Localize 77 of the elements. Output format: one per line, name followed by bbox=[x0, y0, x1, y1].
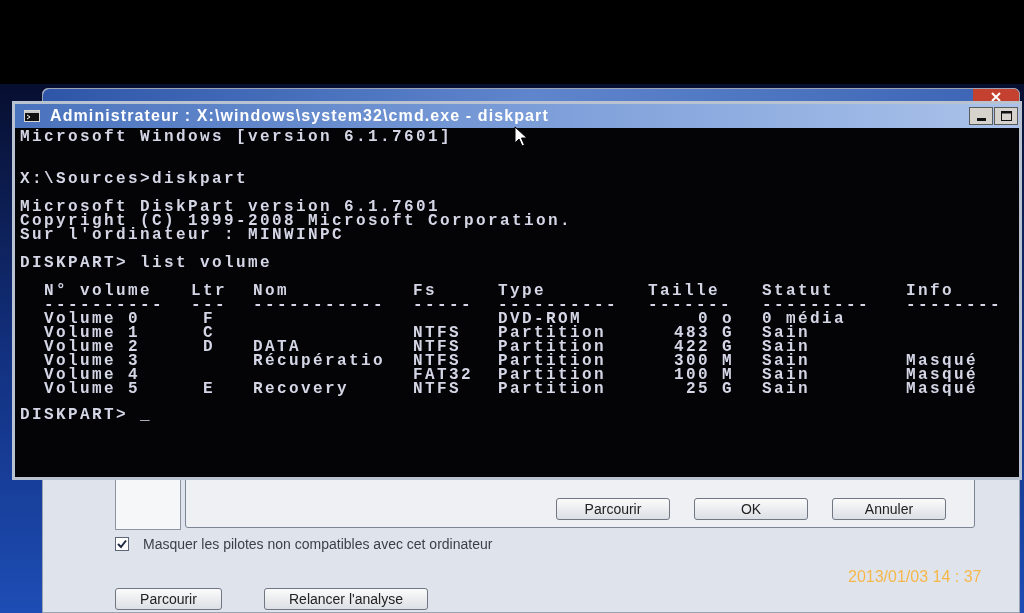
table-cell: Volume 4 bbox=[44, 368, 140, 382]
table-cell: Volume 1 bbox=[44, 326, 140, 340]
maximize-button[interactable] bbox=[994, 107, 1018, 125]
table-cell: NTFS bbox=[413, 340, 461, 354]
table-cell: 483 G bbox=[674, 326, 734, 340]
column-header: Statut bbox=[762, 284, 834, 298]
table-cell: Masqué bbox=[906, 382, 978, 396]
table-cell: F bbox=[203, 312, 215, 326]
column-header: Type bbox=[498, 284, 546, 298]
table-cell: DATA bbox=[253, 340, 301, 354]
table-cell: Partition bbox=[498, 368, 606, 382]
console-line: Sur l'ordinateur : MINWINPC bbox=[20, 228, 345, 242]
console-icon bbox=[24, 110, 40, 122]
table-cell: C bbox=[203, 326, 215, 340]
minimize-icon bbox=[976, 118, 986, 121]
header-underline: ----------- bbox=[253, 298, 386, 312]
table-cell: Partition bbox=[498, 382, 606, 396]
timestamp-text: 2013/01/03 14 : 37 bbox=[848, 568, 982, 586]
header-underline: --- bbox=[191, 298, 227, 312]
table-cell: Sain bbox=[762, 326, 810, 340]
table-cell: Sain bbox=[762, 382, 810, 396]
table-cell: NTFS bbox=[413, 326, 461, 340]
table-cell: 0 média bbox=[762, 312, 846, 326]
button[interactable]: Relancer l'analyse bbox=[264, 588, 428, 610]
table-cell: Sain bbox=[762, 368, 810, 382]
table-cell: Volume 0 bbox=[44, 312, 140, 326]
column-header: Ltr bbox=[191, 284, 227, 298]
table-cell: Partition bbox=[498, 340, 606, 354]
header-underline: ---------- bbox=[44, 298, 164, 312]
button[interactable]: OK bbox=[694, 498, 808, 520]
table-cell: NTFS bbox=[413, 382, 461, 396]
table-cell: Partition bbox=[498, 354, 606, 368]
table-cell: 300 M bbox=[674, 354, 734, 368]
console-line: Microsoft Windows [version 6.1.7601] bbox=[20, 130, 453, 144]
table-cell: Récupératio bbox=[253, 354, 386, 368]
table-cell: 100 M bbox=[674, 368, 734, 382]
minimize-button[interactable] bbox=[969, 107, 993, 125]
table-cell: 422 G bbox=[674, 340, 734, 354]
maximize-icon bbox=[1000, 111, 1012, 121]
checkbox[interactable] bbox=[115, 537, 129, 551]
column-header: Taille bbox=[648, 284, 720, 298]
console-line: Microsoft DiskPart version 6.1.7601 bbox=[20, 200, 441, 214]
console-line: DISKPART> list volume bbox=[20, 256, 273, 270]
table-cell: Masqué bbox=[906, 354, 978, 368]
column-header: Nom bbox=[253, 284, 289, 298]
table-cell: Recovery bbox=[253, 382, 349, 396]
button[interactable]: Parcourir bbox=[556, 498, 670, 520]
table-cell: Volume 3 bbox=[44, 354, 140, 368]
header-underline: ----- bbox=[413, 298, 473, 312]
table-cell: Volume 5 bbox=[44, 382, 140, 396]
table-cell: DVD-ROM bbox=[498, 312, 582, 326]
table-cell: E bbox=[203, 382, 215, 396]
header-underline: ---------- bbox=[498, 298, 618, 312]
window-title: Administrateur : X:\windows\system32\cmd.exe - diskpart bbox=[50, 106, 549, 126]
table-cell: NTFS bbox=[413, 354, 461, 368]
table-cell: Masqué bbox=[906, 368, 978, 382]
table-cell: Sain bbox=[762, 340, 810, 354]
table-cell: 0 o bbox=[698, 312, 734, 326]
button[interactable]: Annuler bbox=[832, 498, 946, 520]
header-underline: --------- bbox=[762, 298, 870, 312]
table-cell: Sain bbox=[762, 354, 810, 368]
console-line: DISKPART> _ bbox=[20, 408, 153, 422]
console-line: Copyright (C) 1999-2008 Microsoft Corporation. bbox=[20, 214, 573, 228]
column-header: Fs bbox=[413, 284, 437, 298]
column-header: N° volume bbox=[44, 284, 152, 298]
button[interactable]: Parcourir bbox=[115, 588, 222, 610]
table-cell: FAT32 bbox=[413, 368, 473, 382]
checkbox-label: Masquer les pilotes non compatibles avec cet ordinateur bbox=[143, 536, 493, 552]
table-cell: Volume 2 bbox=[44, 340, 140, 354]
header-underline: ------- bbox=[648, 298, 732, 312]
close-icon bbox=[991, 92, 1001, 102]
header-underline: -------- bbox=[906, 298, 1002, 312]
console-line: X:\Sources>diskpart bbox=[20, 172, 249, 186]
table-cell: Partition bbox=[498, 326, 606, 340]
column-header: Info bbox=[906, 284, 954, 298]
table-cell: 25 G bbox=[686, 382, 734, 396]
table-cell: D bbox=[203, 340, 215, 354]
